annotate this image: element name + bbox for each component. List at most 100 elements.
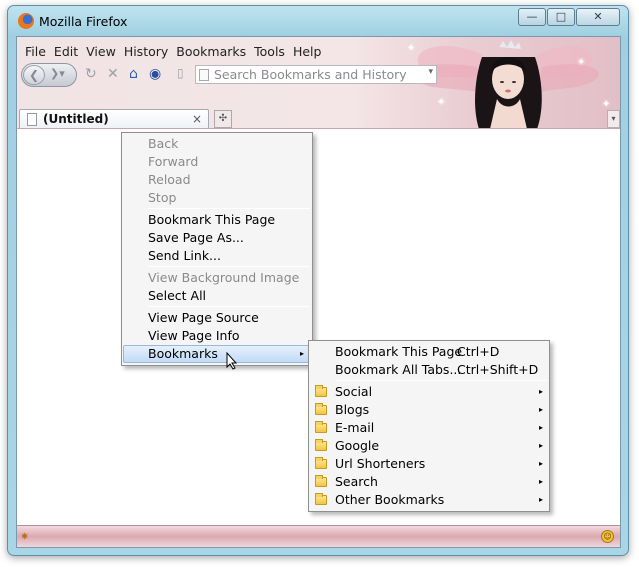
folder-icon (315, 439, 327, 451)
context-menu-item-back: Back (122, 135, 312, 153)
submenu-arrow-icon: ▸ (538, 441, 543, 450)
menu-separator (335, 380, 547, 381)
forward-button[interactable]: ❯▾ (50, 67, 65, 80)
search-input[interactable]: Search Bookmarks and History ▾ (195, 65, 437, 84)
folder-icon (315, 403, 327, 415)
context-menu-item-send-link[interactable]: Send Link... (122, 247, 312, 265)
submenu-item-bookmark-all-tabs[interactable]: Bookmark All Tabs... Ctrl+Shift+D (309, 361, 549, 379)
menu-item-label: Bookmark This Page (148, 212, 276, 227)
shortcut-label: Ctrl+Shift+D (457, 362, 539, 377)
addon-bar-icon[interactable]: ✷ (20, 530, 29, 543)
folder-label: E-mail (335, 420, 375, 435)
search-placeholder: Search Bookmarks and History (214, 67, 407, 82)
submenu-arrow-icon: ▸ (538, 477, 543, 486)
home-icon[interactable]: ⌂ (129, 66, 138, 82)
window-controls: — □ ✕ (518, 8, 620, 26)
context-menu-item-view-page-source[interactable]: View Page Source (122, 309, 312, 327)
context-menu-item-stop: Stop (122, 189, 312, 207)
mouse-cursor-icon (226, 352, 238, 370)
submenu-arrow-icon: ▸ (538, 387, 543, 396)
menu-item-label: Bookmarks (148, 346, 218, 361)
firefox-logo-icon (18, 13, 34, 29)
folder-icon (315, 457, 327, 469)
context-menu-item-save-page-as[interactable]: Save Page As... (122, 229, 312, 247)
folder-label: Social (335, 384, 373, 399)
context-menu-item-view-background-image: View Background Image (122, 269, 312, 287)
new-tab-button[interactable]: ✣ (214, 110, 232, 128)
smiley-icon[interactable]: ☺ (601, 530, 614, 543)
folder-icon (315, 385, 327, 397)
folder-label: Other Bookmarks (335, 492, 445, 507)
bookmark-folder-e-mail[interactable]: E-mail ▸ (309, 419, 549, 437)
context-menu-item-select-all[interactable]: Select All (122, 287, 312, 305)
shortcut-label: Ctrl+D (457, 344, 500, 359)
menu-edit[interactable]: Edit (50, 44, 82, 59)
submenu-arrow-icon: ▸ (538, 495, 543, 504)
maximize-button[interactable]: □ (547, 8, 575, 26)
bookmark-folder-google[interactable]: Google ▸ (309, 437, 549, 455)
context-menu-item-view-page-info[interactable]: View Page Info (122, 327, 312, 345)
dropdown-arrow-icon[interactable]: ▾ (428, 67, 433, 77)
menu-history[interactable]: History (120, 44, 172, 59)
window-title: Mozilla Firefox (39, 14, 128, 29)
navigation-toolbar: ❮ ❯▾ ↻ ✕ ⌂ ◉ ▯ Search Bookmarks and Hist… (21, 63, 620, 89)
tab-close-icon[interactable]: × (192, 112, 202, 126)
menu-help[interactable]: Help (289, 44, 326, 59)
menu-item-label: Stop (148, 190, 177, 205)
reload-icon[interactable]: ↻ (85, 66, 97, 82)
bookmark-folder-search[interactable]: Search ▸ (309, 473, 549, 491)
submenu-arrow-icon: ▸ (299, 349, 304, 358)
menu-file[interactable]: File (21, 44, 50, 59)
sparkle-decoration: ✦ (437, 97, 446, 108)
submenu-arrow-icon: ▸ (538, 459, 543, 468)
folder-label: Url Shorteners (335, 456, 426, 471)
menu-item-label: Save Page As... (148, 230, 244, 245)
bookmark-folder-other-bookmarks[interactable]: Other Bookmarks ▸ (309, 491, 549, 509)
menu-tools[interactable]: Tools (250, 44, 289, 59)
context-menu-item-bookmarks[interactable]: Bookmarks ▸ (123, 345, 311, 363)
tab-label: (Untitled) (43, 112, 109, 126)
bookmark-folder-social[interactable]: Social ▸ (309, 383, 549, 401)
menu-item-label: View Page Info (148, 328, 240, 343)
folder-icon (315, 421, 327, 433)
tab-bar: (Untitled) × ✣ ▾ (17, 109, 620, 128)
title-bar: Mozilla Firefox — □ ✕ (8, 6, 628, 36)
close-button[interactable]: ✕ (576, 8, 620, 26)
sparkle-decoration: ✦ (407, 43, 416, 54)
context-menu-item-reload: Reload (122, 171, 312, 189)
minimize-button[interactable]: — (518, 8, 546, 26)
tab-list-button[interactable]: ▾ (607, 110, 620, 128)
browser-chrome: ✦ ✦ ✦ ✦ ✦ File Edit View History Bookmar… (17, 37, 620, 129)
submenu-item-bookmark-this-page[interactable]: Bookmark This Page Ctrl+D (309, 343, 549, 361)
context-menu-item-bookmark-this-page[interactable]: Bookmark This Page (122, 211, 312, 229)
menu-view[interactable]: View (82, 44, 120, 59)
menu-item-label: Reload (148, 172, 191, 187)
menu-bookmarks[interactable]: Bookmarks (172, 44, 250, 59)
folder-label: Blogs (335, 402, 370, 417)
menu-item-label: Back (148, 136, 179, 151)
back-button[interactable]: ❮ (23, 65, 45, 85)
menu-item-label: Bookmark All Tabs... (335, 362, 462, 377)
back-forward-group: ❮ ❯▾ (21, 63, 77, 87)
bookmark-folder-url-shorteners[interactable]: Url Shorteners ▸ (309, 455, 549, 473)
submenu-arrow-icon: ▸ (538, 423, 543, 432)
folder-icon (315, 493, 327, 505)
page-icon: ▯ (177, 66, 184, 80)
menu-item-label: View Background Image (148, 270, 300, 285)
bookmark-folder-blogs[interactable]: Blogs ▸ (309, 401, 549, 419)
page-icon (199, 69, 209, 81)
page-icon (27, 113, 37, 126)
status-bar: ✷ ☺ (17, 525, 620, 547)
page-context-menu: Back Forward Reload Stop Bookmark This Page S… (121, 132, 313, 366)
folder-label: Google (335, 438, 380, 453)
menu-item-label: Forward (148, 154, 199, 169)
bookmarks-submenu: Bookmark This Page Ctrl+D Bookmark All Tab… (308, 340, 550, 512)
stop-icon[interactable]: ✕ (107, 66, 119, 82)
addon-icon[interactable]: ◉ (149, 66, 161, 82)
menu-item-label: Select All (148, 288, 207, 303)
menu-separator (148, 208, 310, 209)
folder-icon (315, 475, 327, 487)
tab-untitled[interactable]: (Untitled) × (19, 109, 209, 128)
submenu-arrow-icon: ▸ (538, 405, 543, 414)
folder-label: Search (335, 474, 378, 489)
